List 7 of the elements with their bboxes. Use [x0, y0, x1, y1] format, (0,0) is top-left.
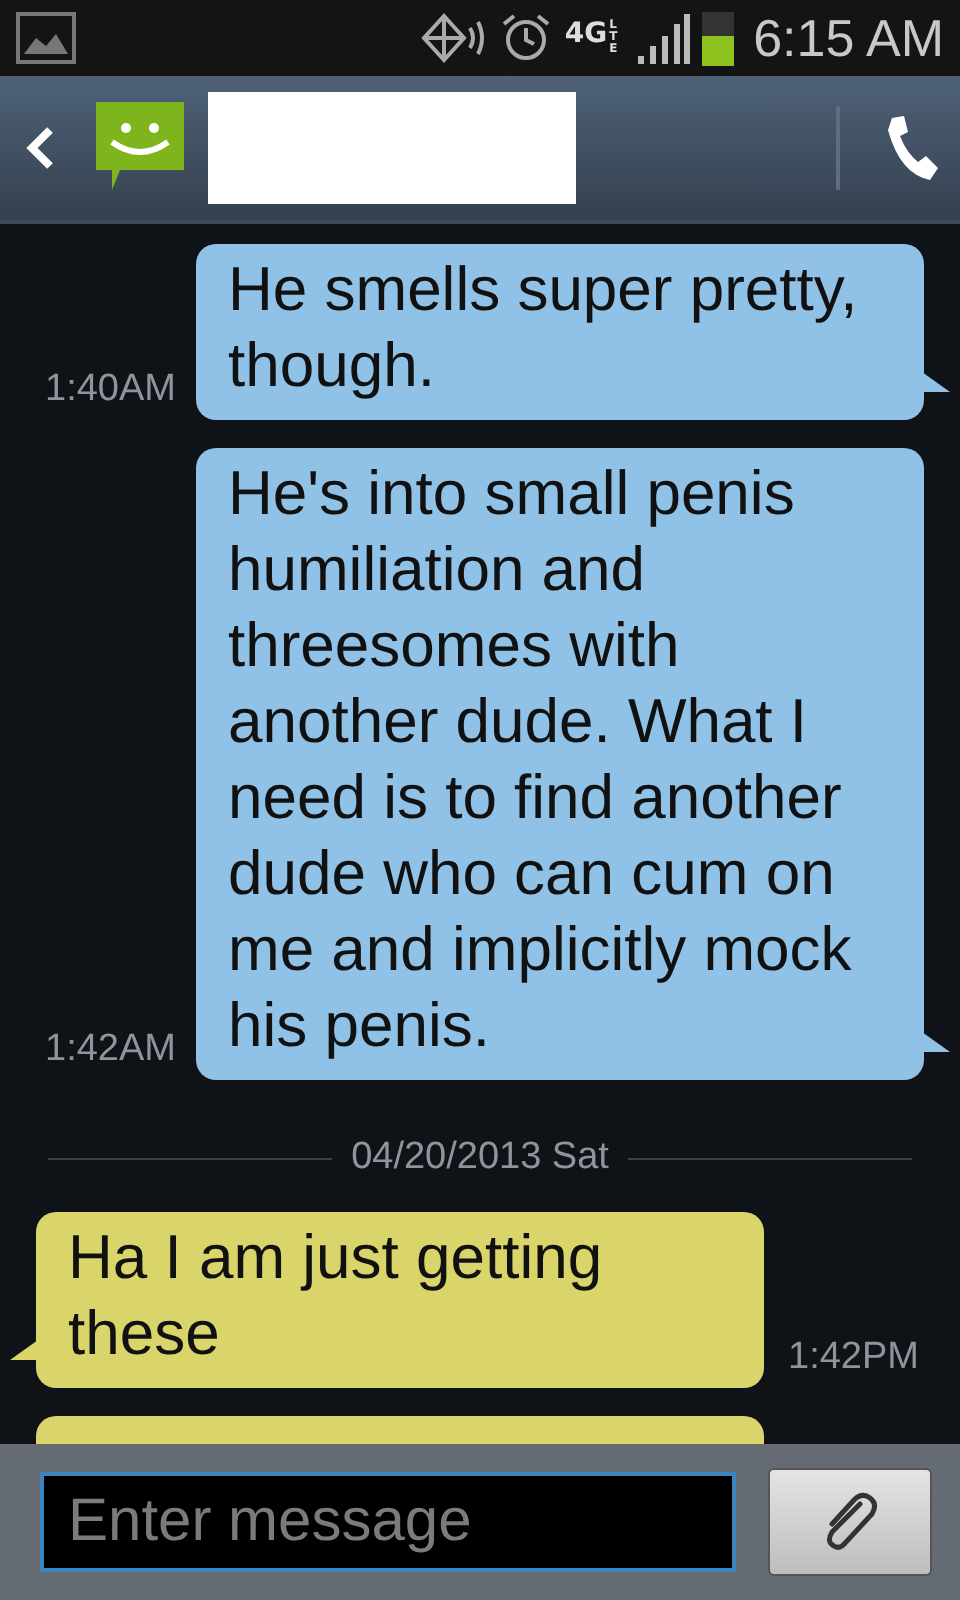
date-divider: 04/20/2013 Sat	[351, 1136, 609, 1180]
network-type: 4G	[564, 20, 608, 48]
message-time: 1:42PM	[788, 1336, 919, 1382]
message-time: 1:40AM	[45, 368, 176, 414]
message-input-field[interactable]: Enter message	[40, 1472, 736, 1572]
message-time: 1:42AM	[45, 1028, 176, 1074]
clock-time: 6:15 AM	[753, 7, 944, 69]
